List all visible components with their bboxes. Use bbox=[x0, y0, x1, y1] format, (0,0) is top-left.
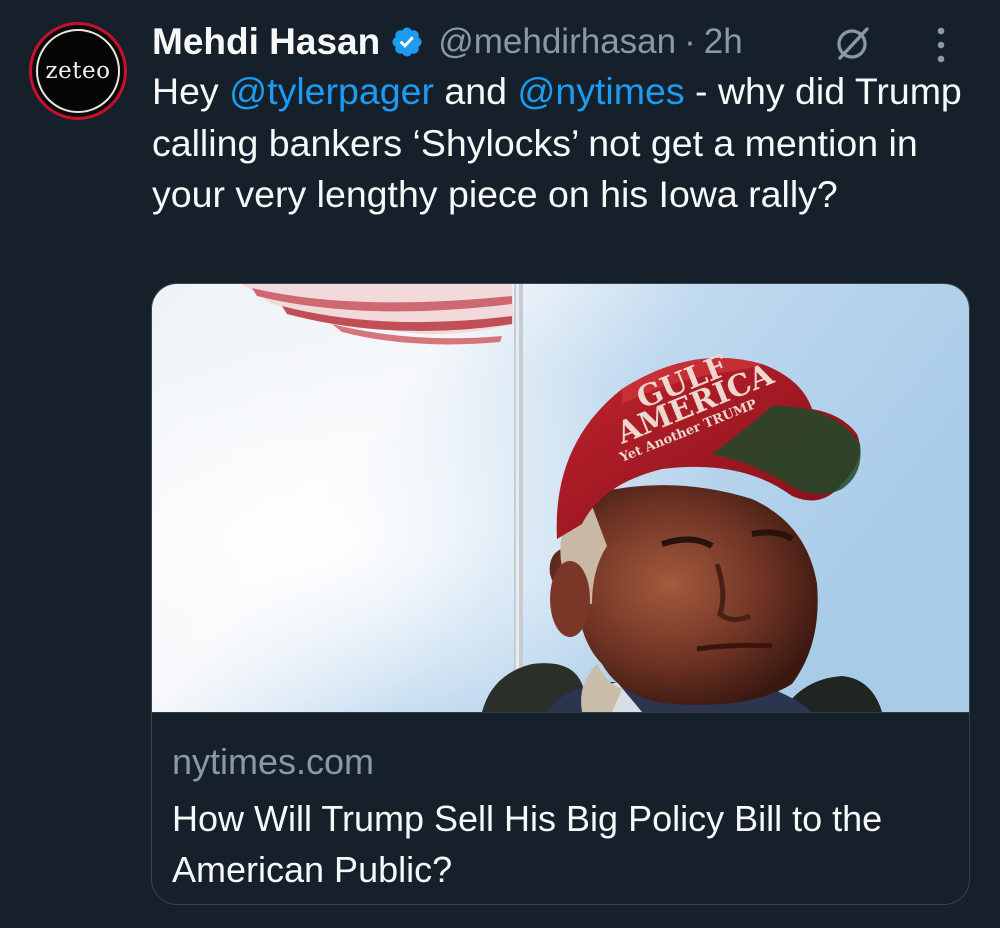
tweet-header: Mehdi Hasan @mehdirhasan · 2h bbox=[152, 14, 970, 70]
author-name[interactable]: Mehdi Hasan bbox=[152, 21, 380, 63]
link-preview-card[interactable]: GULF AMERICA Yet Another TRUMP nytimes.c… bbox=[151, 283, 970, 905]
card-headline[interactable]: How Will Trump Sell His Big Policy Bill … bbox=[172, 793, 962, 895]
card-domain: nytimes.com bbox=[172, 741, 375, 782]
avatar-logo-text: zeteo bbox=[45, 58, 111, 84]
separator-dot: · bbox=[684, 22, 696, 61]
author-handle[interactable]: @mehdirhasan bbox=[438, 22, 676, 62]
article-image[interactable]: GULF AMERICA Yet Another TRUMP bbox=[152, 284, 970, 712]
tweet-text-segment: and bbox=[433, 70, 518, 112]
tweet-text: Hey @tylerpager and @nytimes - why did T… bbox=[152, 66, 972, 221]
tweet-text-segment: Hey bbox=[152, 70, 230, 112]
verified-badge-icon[interactable] bbox=[390, 25, 424, 59]
author-avatar[interactable]: zeteo bbox=[29, 22, 127, 120]
post-time[interactable]: 2h bbox=[704, 22, 743, 62]
mention-link-tylerpager[interactable]: @tylerpager bbox=[229, 70, 434, 112]
more-options-icon[interactable] bbox=[934, 26, 948, 64]
mention-link-nytimes[interactable]: @nytimes bbox=[517, 70, 684, 112]
card-meta[interactable]: nytimes.com How Will Trump Sell His Big … bbox=[152, 712, 969, 904]
grok-icon[interactable] bbox=[831, 22, 875, 66]
avatar-logo: zeteo bbox=[36, 29, 120, 113]
